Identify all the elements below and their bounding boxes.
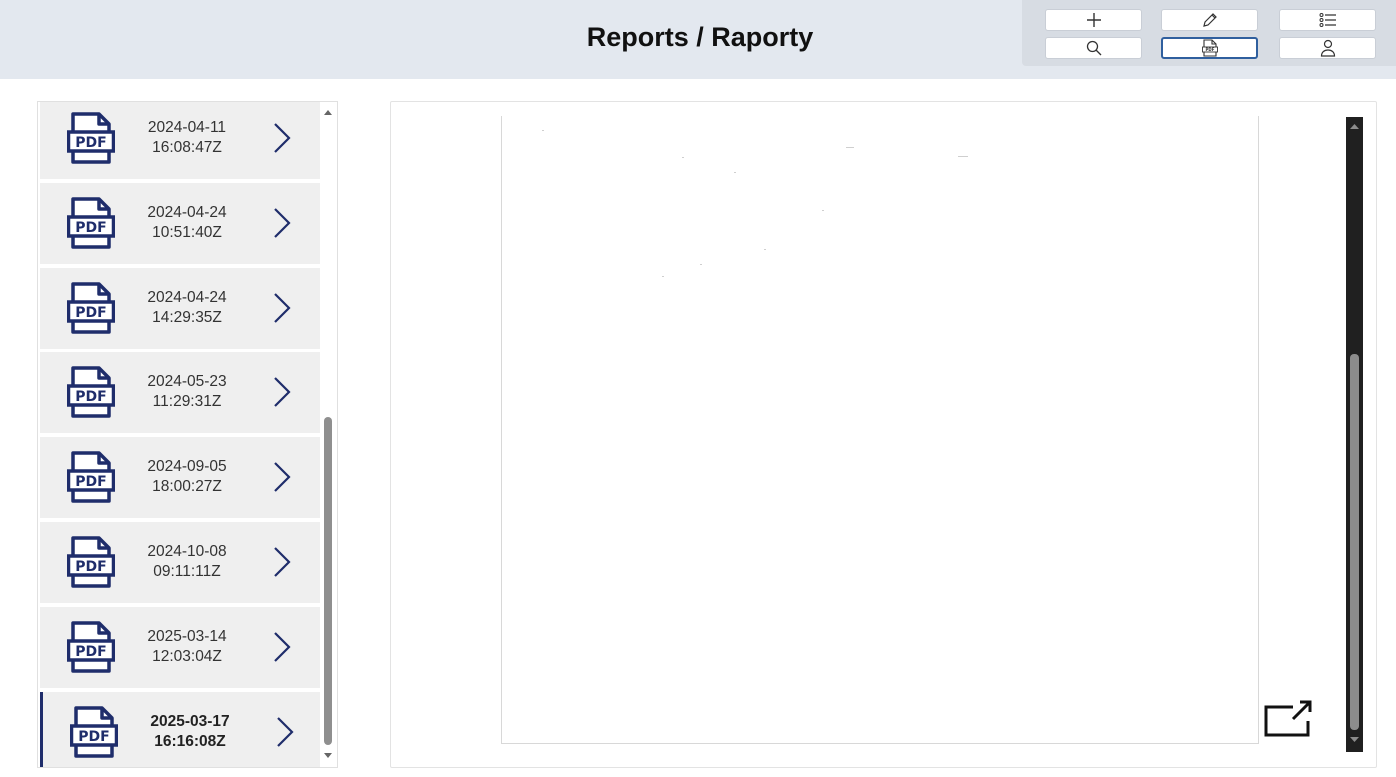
report-timestamp: 2025-03-17 16:16:08Z	[135, 712, 245, 752]
report-time: 18:00:27Z	[152, 478, 222, 496]
report-time: 16:08:47Z	[152, 139, 222, 156]
report-date: 2024-10-08	[147, 543, 227, 560]
plus-icon	[1086, 13, 1101, 27]
report-list: PDF 2024-04-11 16:08:47Z PDF 2024-04-24 …	[37, 101, 338, 768]
pdf-icon-label: PDF	[75, 389, 106, 405]
report-date: 2024-04-11	[147, 119, 227, 136]
pdf-icon-label: PDF	[75, 474, 106, 490]
report-timestamp: 2024-04-24 10:51:40Z	[132, 203, 242, 243]
report-list-scrollbar[interactable]	[320, 104, 336, 764]
pdf-document-icon: PDF	[67, 536, 115, 588]
report-timestamp: 2024-10-08 09:11:11Z	[132, 542, 242, 582]
scroll-up-arrow-icon[interactable]	[1349, 122, 1360, 130]
report-date: 2025-03-14	[147, 627, 227, 645]
scrollbar-thumb[interactable]	[1350, 354, 1359, 730]
pdf-button[interactable]: PDF	[1161, 37, 1258, 59]
search-icon	[1086, 40, 1101, 56]
add-button[interactable]	[1045, 9, 1142, 31]
report-time: 16:16:08Z	[154, 732, 226, 750]
pdf-icon-label: PDF	[75, 135, 106, 151]
report-timestamp: 2024-05-23 11:29:31Z	[132, 372, 242, 412]
pdf-icon-label: PDF	[75, 559, 106, 575]
pdf-icon-label: PDF	[75, 305, 106, 321]
pdf-file-icon: PDF	[1201, 39, 1218, 57]
chevron-right-icon[interactable]	[272, 461, 292, 493]
report-time: 12:03:04Z	[152, 647, 222, 665]
report-date: 2024-09-05	[147, 458, 227, 476]
report-list-item[interactable]: PDF 2024-04-24 14:29:35Z	[40, 267, 320, 349]
pdf-document-icon: PDF	[67, 281, 115, 334]
report-date: 2024-04-24	[147, 288, 227, 306]
pdf-viewer	[390, 101, 1377, 768]
scroll-down-arrow-icon[interactable]	[1349, 736, 1360, 744]
pdf-document-icon: PDF	[67, 621, 115, 673]
user-icon	[1320, 39, 1335, 57]
chevron-right-icon[interactable]	[272, 376, 292, 408]
edit-button[interactable]	[1161, 9, 1258, 31]
toolbar: PDF	[1022, 0, 1396, 66]
report-list-item[interactable]: PDF 2024-10-08 09:11:11Z	[40, 522, 320, 603]
report-timestamp: 2024-04-24 14:29:35Z	[132, 288, 242, 328]
report-date: 2025-03-17	[150, 712, 230, 730]
report-timestamp: 2024-04-11 16:08:47Z	[132, 118, 242, 158]
pdf-page	[501, 116, 1259, 744]
pdf-document-icon: PDF	[67, 366, 115, 419]
report-list-item[interactable]: PDF 2024-04-11 16:08:47Z	[40, 102, 320, 179]
open-external-icon[interactable]	[1263, 699, 1313, 737]
scroll-down-arrow-icon[interactable]	[323, 752, 333, 760]
report-time: 14:29:35Z	[152, 308, 222, 326]
svg-text:PDF: PDF	[1205, 47, 1214, 52]
report-time: 10:51:40Z	[152, 223, 222, 241]
report-list-item[interactable]: PDF 2025-03-14 12:03:04Z	[40, 606, 320, 688]
pdf-icon-label: PDF	[75, 644, 106, 660]
report-timestamp: 2024-09-05 18:00:27Z	[132, 457, 242, 497]
list-icon	[1319, 13, 1336, 27]
pdf-viewer-scrollbar[interactable]	[1346, 117, 1363, 752]
pdf-document-icon: PDF	[70, 705, 118, 758]
pdf-icon-label: PDF	[75, 220, 106, 236]
pdf-document-icon: PDF	[67, 112, 115, 164]
report-date: 2024-04-24	[147, 203, 227, 221]
list-button[interactable]	[1279, 9, 1376, 31]
scroll-up-arrow-icon[interactable]	[323, 108, 333, 116]
report-time: 09:11:11Z	[153, 563, 221, 580]
chevron-right-icon[interactable]	[275, 716, 295, 748]
scrollbar-thumb[interactable]	[324, 417, 332, 745]
search-button[interactable]	[1045, 37, 1142, 59]
report-list-item[interactable]: PDF 2025-03-17 16:16:08Z	[40, 691, 320, 767]
pdf-document-icon: PDF	[67, 197, 115, 249]
report-list-item[interactable]: PDF 2024-05-23 11:29:31Z	[40, 352, 320, 434]
chevron-right-icon[interactable]	[272, 207, 292, 239]
pencil-icon	[1202, 13, 1217, 27]
report-timestamp: 2025-03-14 12:03:04Z	[132, 627, 242, 667]
report-time: 11:29:31Z	[152, 393, 222, 411]
pdf-icon-label: PDF	[78, 729, 109, 745]
report-list-item[interactable]: PDF 2024-09-05 18:00:27Z	[40, 437, 320, 519]
report-date: 2024-05-23	[147, 373, 227, 391]
chevron-right-icon[interactable]	[272, 631, 292, 663]
pdf-document-icon: PDF	[67, 451, 115, 503]
chevron-right-icon[interactable]	[272, 292, 292, 324]
chevron-right-icon[interactable]	[272, 546, 292, 578]
chevron-right-icon[interactable]	[272, 122, 292, 154]
report-list-item[interactable]: PDF 2024-04-24 10:51:40Z	[40, 182, 320, 264]
user-button[interactable]	[1279, 37, 1376, 59]
